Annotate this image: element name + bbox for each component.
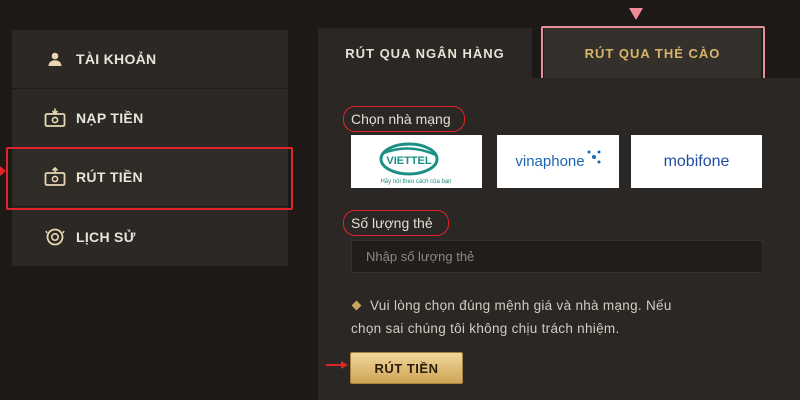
network-option-vinaphone[interactable]: vinaphone (497, 135, 619, 188)
sidebar-item-label: TÀI KHOẢN (76, 51, 157, 67)
viettel-name: VIETTEL (386, 155, 432, 167)
viettel-tagline: Hãy nói theo cách của bạn (380, 178, 451, 185)
account-sidebar: TÀI KHOẢN NẠP TIỀN RÚT TIỀN LỊCH SỬ (12, 30, 288, 266)
notice-text: Vui lòng chọn đúng mệnh giá và nhà mạng.… (351, 294, 751, 340)
viettel-logo-icon: VIETTEL Hãy nói theo cách của bạn (379, 142, 452, 185)
history-icon (44, 226, 66, 248)
sidebar-item-deposit[interactable]: NẠP TIỀN (12, 89, 288, 148)
tab-card-withdraw[interactable]: RÚT QUA THẺ CÀO (544, 28, 761, 78)
notice-line-1: Vui lòng chọn đúng mệnh giá và nhà mạng.… (370, 298, 672, 313)
sidebar-item-account[interactable]: TÀI KHOẢN (12, 30, 288, 89)
withdraw-submit-button[interactable]: RÚT TIỀN (350, 352, 463, 384)
vinaphone-logo-text: vinaphone (515, 153, 585, 170)
mobifone-logo-text: mobifone (663, 152, 730, 170)
sidebar-item-withdraw[interactable]: RÚT TIỀN (12, 148, 288, 207)
down-arrow-icon (629, 8, 643, 20)
network-label: Chọn nhà mạng (351, 111, 451, 127)
user-icon (44, 48, 66, 70)
quantity-label: Số lượng thẻ (351, 215, 433, 231)
tab-bank-withdraw[interactable]: RÚT QUA NGÂN HÀNG (318, 28, 532, 78)
network-option-mobifone[interactable]: mobifone (631, 135, 762, 188)
cash-out-icon (44, 166, 66, 188)
diamond-bullet-icon (351, 300, 362, 311)
card-quantity-input[interactable] (351, 240, 763, 273)
sidebar-item-history[interactable]: LỊCH SỬ (12, 207, 288, 266)
sidebar-item-label: LỊCH SỬ (76, 228, 136, 245)
network-option-viettel[interactable]: VIETTEL Hãy nói theo cách của bạn (351, 135, 482, 188)
sidebar-item-label: RÚT TIỀN (76, 169, 143, 185)
cash-in-icon (44, 107, 66, 129)
notice-line-2: chọn sai chúng tôi không chịu trách nhiệ… (351, 321, 620, 336)
sidebar-item-label: NẠP TIỀN (76, 110, 144, 126)
vinaphone-mark-icon (587, 150, 601, 163)
highlight-pointer-icon (0, 166, 6, 176)
pointer-arrow-icon (326, 361, 348, 369)
